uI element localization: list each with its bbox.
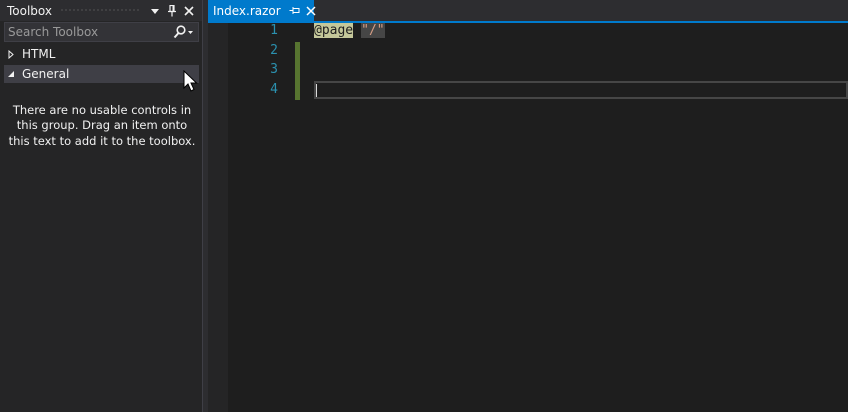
string-literal: "/" [361,23,385,38]
toolbox-panel: Toolbox HT [0,0,203,412]
group-general[interactable]: General [4,65,199,83]
tab-close-button[interactable] [306,5,316,16]
line-number: 2 [270,43,278,58]
close-icon [184,5,194,16]
pin-icon [289,7,300,14]
razor-directive: @page [314,23,354,38]
tab-index-razor[interactable]: Index.razor [208,0,316,21]
search-button[interactable] [168,23,198,41]
toolbox-header: Toolbox [0,0,202,21]
pin-button[interactable] [164,3,180,19]
toolbox-title: Toolbox [7,3,52,18]
line-number: 1 [270,23,278,38]
indicator-margin [208,23,228,412]
line-number: 3 [270,62,278,77]
current-line-highlight [314,81,848,99]
close-button[interactable] [181,3,197,19]
tab-pin-button[interactable] [289,6,300,15]
change-tracking-bar [295,42,300,100]
close-icon [306,5,316,16]
code-line-1: @page "/" [314,23,385,38]
group-label: General [22,67,70,81]
search-icon [173,25,193,39]
collapse-arrow-icon [4,70,18,78]
window-position-dropdown[interactable] [147,3,163,19]
pin-icon [168,4,176,16]
drag-grip[interactable] [60,8,141,13]
search-input[interactable] [5,23,168,41]
group-html[interactable]: HTML [4,45,199,63]
expand-arrow-icon [4,49,18,59]
tab-label: Index.razor [213,3,281,18]
line-number: 4 [270,82,278,97]
group-label: HTML [22,47,56,61]
mouse-cursor-icon [183,70,198,92]
toolbox-search [4,22,199,42]
code-editor[interactable]: 1 2 3 4 @page "/" [208,23,848,412]
document-tab-strip: Index.razor [208,0,848,21]
caret-down-icon [151,8,159,14]
text-caret [316,84,317,97]
empty-group-message[interactable]: There are no usable controls in this gro… [8,103,196,149]
